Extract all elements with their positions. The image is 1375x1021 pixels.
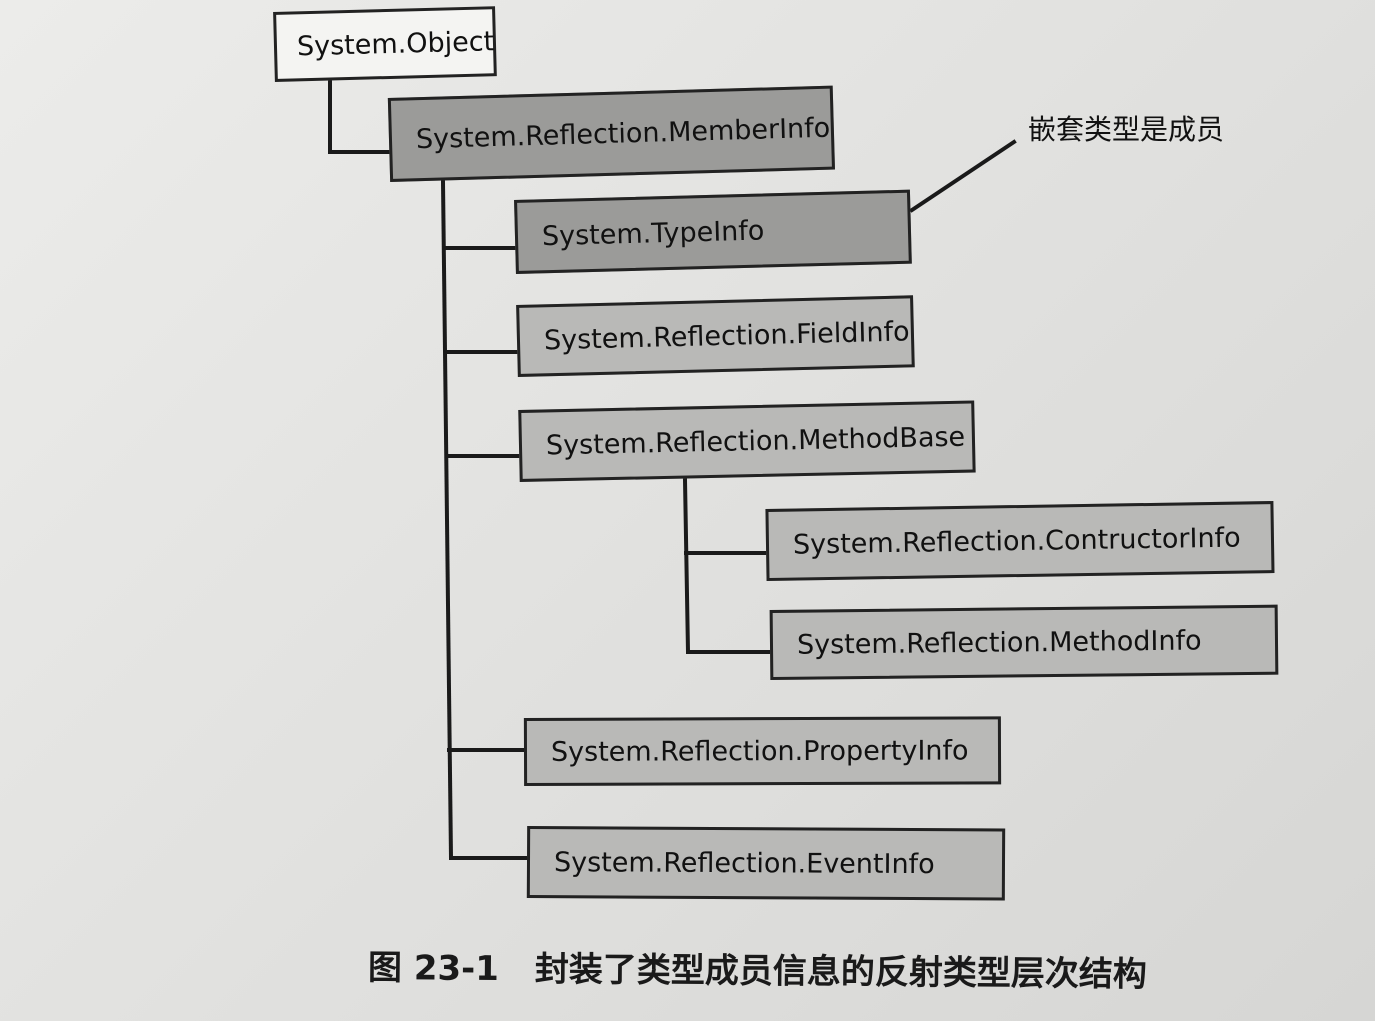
connector-methodbase-trunk <box>682 477 691 655</box>
connector-object-to-memberinfo <box>328 78 394 154</box>
node-type-info: System.TypeInfo <box>514 189 912 274</box>
node-event-info: System.Reflection.EventInfo <box>526 826 1006 901</box>
node-field-info: System.Reflection.FieldInfo <box>516 295 915 377</box>
figure-caption: 图 23-1 封装了类型成员信息的反射类型层次结构 <box>368 940 1147 996</box>
diagram-page: System.Object System.Reflection.MemberIn… <box>0 0 1375 1021</box>
figure-number: 图 23-1 <box>367 948 500 990</box>
node-member-info: System.Reflection.MemberInfo <box>387 85 835 182</box>
connector-memberinfo-trunk <box>440 179 454 861</box>
annotation-nested-types: 嵌套类型是成员 <box>1028 113 1225 146</box>
node-system-object: System.Object <box>273 6 497 82</box>
annotation-leader-line <box>909 139 1017 213</box>
node-method-info: System.Reflection.MethodInfo <box>769 604 1279 680</box>
node-method-base: System.Reflection.MethodBase <box>518 400 976 482</box>
node-property-info: System.Reflection.PropertyInfo <box>523 716 1002 786</box>
figure-caption-text: 封装了类型成员信息的反射类型层次结构 <box>534 949 1148 995</box>
node-constructor-info: System.Reflection.ContructorInfo <box>765 501 1275 581</box>
